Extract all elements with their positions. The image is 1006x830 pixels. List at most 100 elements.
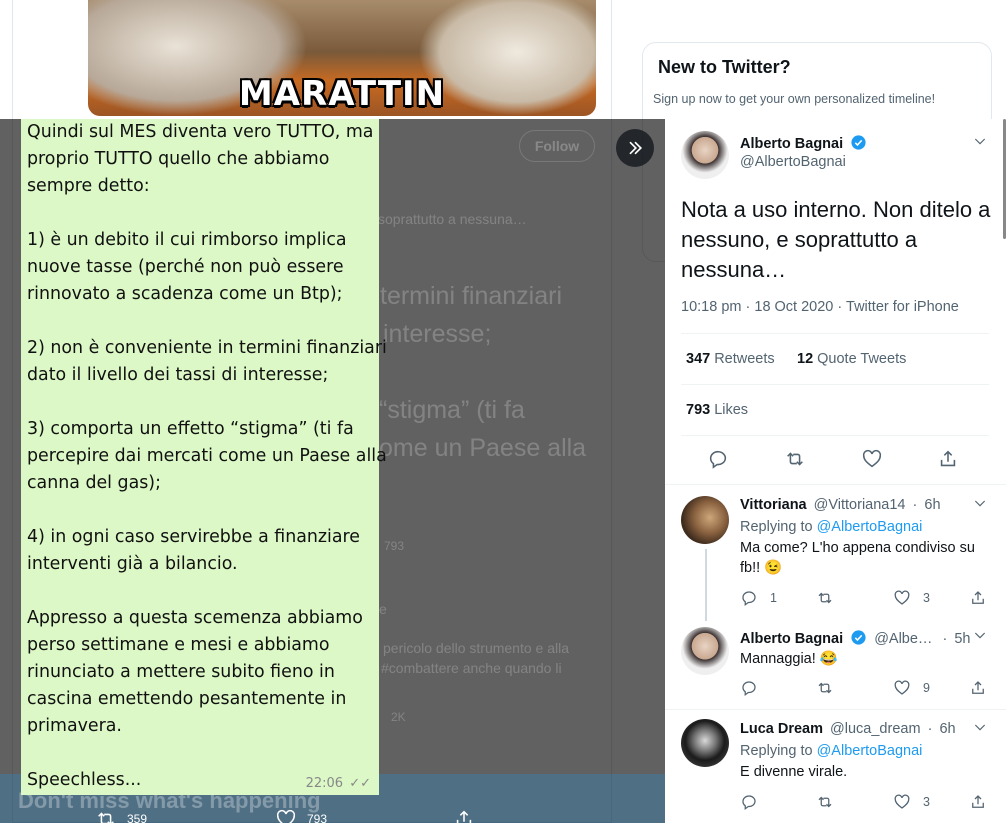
- chat-text-line: sempre detto:: [27, 176, 150, 196]
- reply-author-handle[interactable]: @luca_dream: [830, 721, 920, 737]
- quotes-label: Quote Tweets: [817, 351, 907, 367]
- viewer-like-button[interactable]: 793: [275, 808, 327, 830]
- reply-author-name[interactable]: Luca Dream @luca_dream · 6h: [740, 721, 956, 737]
- reply-share-button[interactable]: [969, 589, 987, 607]
- retweet-button[interactable]: [784, 448, 808, 472]
- chat-text-line: rinunciato a mettere subito fieno in: [27, 662, 335, 682]
- reply-like-button[interactable]: 3: [893, 793, 930, 811]
- reply-retweet-button[interactable]: [816, 589, 834, 607]
- reply-button[interactable]: [707, 448, 731, 472]
- reply-author-handle[interactable]: @Albe…: [874, 631, 932, 647]
- tweet-author-name[interactable]: Alberto Bagnai: [740, 134, 867, 152]
- reply-author-handle[interactable]: @Vittoriana14: [814, 497, 906, 513]
- share-icon: [972, 795, 984, 808]
- chat-timestamp: 22:06 ✓✓: [306, 776, 371, 791]
- avatar[interactable]: [681, 496, 729, 544]
- read-ticks-icon: ✓✓: [349, 776, 371, 791]
- avatar[interactable]: [681, 719, 729, 767]
- tweet-detail-panel: Alberto Bagnai @AlbertoBagnai Nota a uso…: [665, 119, 1006, 823]
- verified-badge-icon: [851, 630, 866, 645]
- chat-text-line: [27, 389, 373, 416]
- replying-to: Replying to @AlbertoBagnai: [740, 517, 922, 537]
- tweet-author-handle[interactable]: @AlbertoBagnai: [740, 154, 846, 170]
- chat-text-line: interventi già a bilancio.: [27, 554, 238, 574]
- like-button[interactable]: [861, 448, 885, 472]
- chat-time: 22:06: [305, 776, 344, 791]
- avatar[interactable]: [681, 131, 729, 179]
- background-snippet: soprattutto a nessuna…: [378, 211, 527, 227]
- reply-age[interactable]: 5h: [954, 631, 970, 647]
- retweet-icon: [98, 812, 114, 826]
- heart-icon: [862, 449, 882, 468]
- reply-share-button[interactable]: [969, 793, 987, 811]
- tweet-source[interactable]: Twitter for iPhone: [846, 299, 959, 315]
- reply-retweet-button[interactable]: [816, 679, 834, 697]
- viewer-share-button[interactable]: [453, 808, 475, 830]
- reply-retweet-button[interactable]: [816, 793, 834, 811]
- reply-author-name[interactable]: Vittoriana @Vittoriana14 · 6h: [740, 497, 941, 513]
- retweets-stat[interactable]: 347 Retweets: [686, 351, 775, 367]
- tweet-date[interactable]: 18 Oct 2020: [754, 299, 833, 315]
- reply-like-button[interactable]: 9: [893, 679, 930, 697]
- reply-text: Ma come? L'ho appena condiviso su fb!! 😉: [740, 540, 975, 576]
- replying-to-link[interactable]: @AlbertoBagnai: [817, 519, 923, 535]
- chat-text-line: [27, 497, 373, 524]
- heart-icon: [894, 680, 910, 695]
- chat-text-line: perso settimane e mesi e abbiamo: [27, 635, 330, 655]
- share-icon: [940, 450, 956, 467]
- reply-icon: [742, 795, 756, 811]
- reply-author-name[interactable]: Alberto Bagnai @Albe… · 5h: [740, 629, 970, 647]
- retweet-icon: [818, 682, 832, 694]
- collapse-panel-button[interactable]: [616, 129, 654, 167]
- chat-text-line: [27, 200, 373, 227]
- reply-reply-button[interactable]: [740, 679, 758, 697]
- reply-age[interactable]: 6h: [939, 721, 955, 737]
- heart-icon: [894, 794, 910, 809]
- verified-badge-icon: [851, 135, 866, 150]
- chat-text-line: Appresso a questa scemenza abbiamo: [27, 608, 363, 628]
- chat-text-line: 2) non è conveniente in termini finanzia…: [27, 338, 387, 358]
- avatar[interactable]: [681, 627, 729, 675]
- likes-stat[interactable]: 793 Likes: [686, 402, 748, 418]
- reply-more-menu[interactable]: [972, 627, 988, 643]
- divider: [681, 384, 989, 385]
- like-count: 3: [923, 795, 930, 809]
- retweet-icon: [787, 452, 803, 466]
- reply-like-button[interactable]: 3: [893, 589, 930, 607]
- replying-to-link[interactable]: @AlbertoBagnai: [817, 743, 923, 759]
- background-follow-button: Follow: [519, 130, 595, 162]
- reply-more-menu[interactable]: [972, 719, 988, 735]
- tweet-time[interactable]: 10:18 pm: [681, 299, 741, 315]
- chat-text-line: 3) comporta un effetto “stigma” (ti fa: [27, 419, 354, 439]
- viewer-retweet-button[interactable]: 359: [95, 808, 147, 830]
- separator: ·: [912, 497, 918, 513]
- reply-age[interactable]: 6h: [924, 497, 940, 513]
- chat-text-line: Quindi sul MES diventa vero TUTTO, ma: [27, 122, 374, 142]
- replying-to-label: Replying to: [740, 743, 813, 759]
- retweet-icon: [818, 592, 832, 604]
- reply-author-name-text: Luca Dream: [740, 721, 824, 737]
- background-snippet: “stigma” (ti fa: [379, 396, 525, 424]
- chat-text-line: primavera.: [27, 716, 122, 736]
- reply-more-menu[interactable]: [972, 495, 988, 511]
- divider: [681, 435, 989, 436]
- reply-icon: [742, 681, 756, 697]
- chat-text-line: proprio TUTTO quello che abbiamo: [27, 149, 330, 169]
- background-snippet: #combattere anche quando li: [381, 660, 562, 676]
- likes-count: 793: [686, 402, 711, 418]
- like-count: 9: [923, 681, 930, 695]
- chevron-down-icon: [974, 500, 986, 507]
- chat-text-line: nuove tasse (perché non può essere: [27, 257, 344, 277]
- background-snippet: interesse;: [383, 320, 492, 348]
- quote-tweets-stat[interactable]: 12 Quote Tweets: [797, 351, 906, 367]
- reply-reply-button[interactable]: [740, 793, 758, 811]
- share-button[interactable]: [937, 448, 961, 472]
- tweet-actions: [681, 448, 989, 472]
- reply-reply-button[interactable]: 1: [740, 589, 777, 607]
- share-icon: [456, 810, 472, 827]
- tweet-more-menu[interactable]: [972, 133, 988, 149]
- heart-icon: [894, 590, 910, 605]
- double-chevron-right-icon: [629, 141, 643, 155]
- viewer-like-count: 793: [307, 812, 328, 826]
- reply-share-button[interactable]: [969, 679, 987, 697]
